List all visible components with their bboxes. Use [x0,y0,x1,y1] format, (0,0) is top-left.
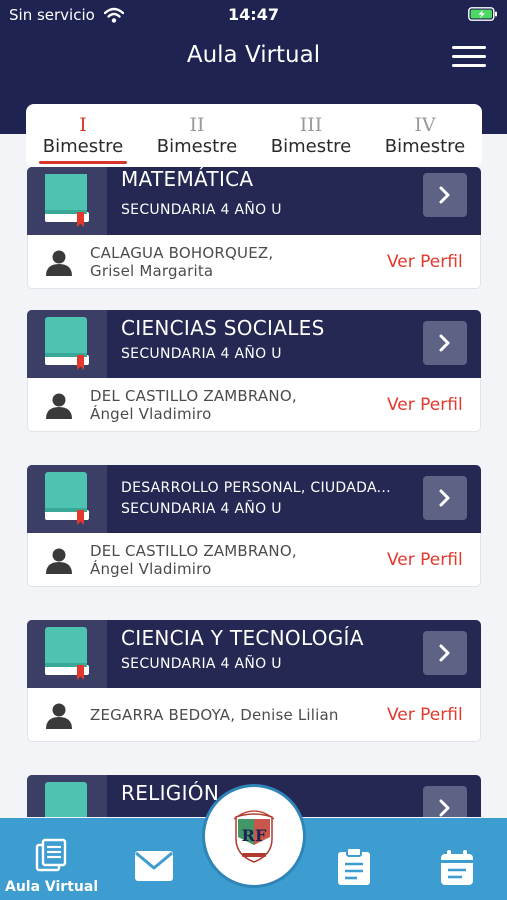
chevron-right-icon [439,186,450,204]
course-grade: SECUNDARIA 4 AÑO U [121,501,282,517]
course-card: MATEMÁTICA SECUNDARIA 4 AÑO U CALAGUA BO… [27,167,481,289]
course-card: CIENCIA Y TECNOLOGÍA SECUNDARIA 4 AÑO U … [27,620,481,742]
open-course-button[interactable] [423,321,467,365]
tab-label: Bimestre [156,136,238,157]
course-grade: SECUNDARIA 4 AÑO U [121,202,282,218]
book-icon [45,782,87,817]
course-icon-box [27,310,107,378]
teacher-name-line2: Grisel Margarita [90,262,214,280]
chevron-right-icon [439,334,450,352]
tab-bimestre-1[interactable]: I Bimestre [26,104,140,167]
chevron-right-icon [439,644,450,662]
nav-tasks[interactable] [320,818,390,900]
calendar-icon [441,850,473,885]
view-profile-link[interactable]: Ver Perfil [387,550,463,570]
teacher-name: CALAGUA BOHORQUEZ, Grisel Margarita [90,244,370,280]
course-list[interactable]: MATEMÁTICA SECUNDARIA 4 AÑO U CALAGUA BO… [0,167,507,817]
nav-label: Aula Virtual [5,879,99,895]
person-icon [46,393,72,419]
svg-text:RF: RF [242,826,267,845]
teacher-row: DEL CASTILLO ZAMBRANO, Ángel Vladimiro V… [27,533,481,587]
teacher-row: DEL CASTILLO ZAMBRANO, Ángel Vladimiro V… [27,378,481,432]
nav-calendar[interactable] [420,818,495,900]
book-icon [45,317,89,370]
tab-label: Bimestre [42,136,124,157]
chevron-right-icon [439,489,450,507]
tab-bimestre-2[interactable]: II Bimestre [140,104,254,167]
course-name: MATEMÁTICA [121,167,254,191]
nav-aula-virtual[interactable]: Aula Virtual [0,818,105,900]
view-profile-link[interactable]: Ver Perfil [387,252,463,272]
course-header: CIENCIAS SOCIALES SECUNDARIA 4 AÑO U [27,310,481,378]
teacher-name: DEL CASTILLO ZAMBRANO, Ángel Vladimiro [90,387,370,423]
course-name: CIENCIA Y TECNOLOGÍA [121,626,364,650]
active-tab-indicator [39,161,127,164]
page-title: Aula Virtual [186,42,321,68]
bimester-tabs: I Bimestre II Bimestre III Bimestre IV B… [26,104,482,167]
course-name: DESARROLLO PERSONAL, CIUDADA... [121,480,391,496]
teacher-row: CALAGUA BOHORQUEZ, Grisel Margarita Ver … [27,235,481,289]
mail-icon [135,851,173,881]
tab-label: Bimestre [270,136,352,157]
view-profile-link[interactable]: Ver Perfil [387,395,463,415]
person-icon [46,548,72,574]
person-icon [46,703,72,729]
tab-numeral: II [189,114,205,136]
battery-charging-icon [468,7,497,21]
course-card: DESARROLLO PERSONAL, CIUDADA... SECUNDAR… [27,465,481,587]
view-profile-link[interactable]: Ver Perfil [387,705,463,725]
open-course-button[interactable] [423,173,467,217]
teacher-name-line1: ZEGARRA BEDOYA, Denise Lilian [90,706,339,724]
teacher-name-line2: Ángel Vladimiro [90,405,212,423]
status-bar: Sin servicio 14:47 [0,0,507,30]
teacher-name: ZEGARRA BEDOYA, Denise Lilian [90,706,370,724]
course-icon-box [27,775,107,817]
course-header: DESARROLLO PERSONAL, CIUDADA... SECUNDAR… [27,465,481,533]
book-icon [45,627,89,680]
person-icon [46,250,72,276]
course-name: CIENCIAS SOCIALES [121,316,325,340]
tab-bimestre-4[interactable]: IV Bimestre [368,104,482,167]
course-grade: SECUNDARIA 4 AÑO U [121,656,282,672]
open-course-button[interactable] [423,786,467,817]
status-time: 14:47 [228,5,279,24]
open-course-button[interactable] [423,631,467,675]
teacher-name-line2: Ángel Vladimiro [90,560,212,578]
teacher-name: DEL CASTILLO ZAMBRANO, Ángel Vladimiro [90,542,370,578]
chevron-right-icon [439,799,450,817]
clipboard-icon [338,848,370,885]
teacher-name-line1: DEL CASTILLO ZAMBRANO, [90,542,297,560]
course-grade: SECUNDARIA 4 AÑO U [121,346,282,362]
book-list-icon [35,838,67,872]
open-course-button[interactable] [423,476,467,520]
teacher-name-line1: CALAGUA BOHORQUEZ, [90,244,274,262]
school-home-button[interactable]: RF [205,787,303,885]
nav-messages[interactable] [120,818,190,900]
course-icon-box [27,620,107,688]
tab-numeral: IV [414,114,436,136]
book-icon [45,174,89,227]
tab-bimestre-3[interactable]: III Bimestre [254,104,368,167]
teacher-row: ZEGARRA BEDOYA, Denise Lilian Ver Perfil [27,688,481,742]
course-icon-box [27,167,107,235]
course-icon-box [27,465,107,533]
tab-numeral: I [79,114,87,136]
course-card: CIENCIAS SOCIALES SECUNDARIA 4 AÑO U DEL… [27,310,481,432]
school-crest-icon: RF [233,810,275,863]
course-header: CIENCIA Y TECNOLOGÍA SECUNDARIA 4 AÑO U [27,620,481,688]
course-header: MATEMÁTICA SECUNDARIA 4 AÑO U [27,167,481,235]
tab-label: Bimestre [384,136,466,157]
hamburger-menu-icon[interactable] [452,44,486,70]
book-icon [45,472,89,525]
teacher-name-line1: DEL CASTILLO ZAMBRANO, [90,387,297,405]
tab-numeral: III [299,114,323,136]
